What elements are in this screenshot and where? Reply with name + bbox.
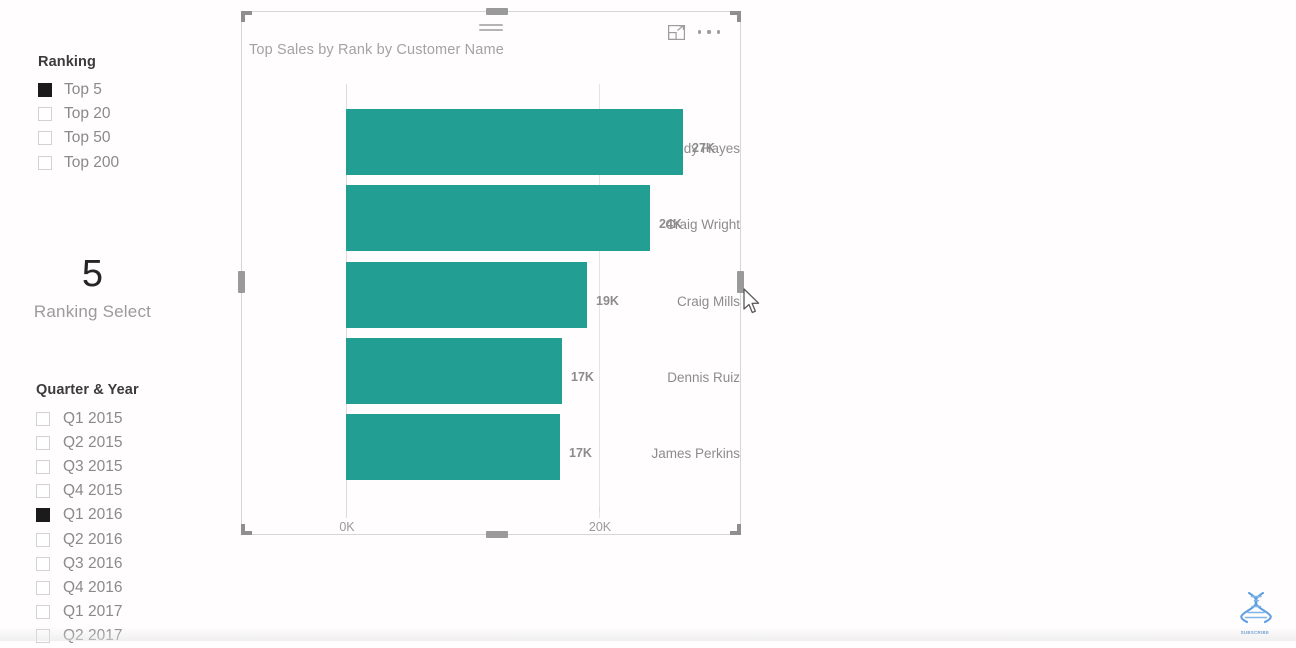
checkbox-checked-icon[interactable] [38, 83, 52, 98]
chart-title: Top Sales by Rank by Customer Name [249, 42, 504, 58]
slicer-item-label: Q4 2015 [63, 482, 123, 500]
slicer-item-label: Top 5 [64, 81, 102, 99]
resize-handle-top-left[interactable] [241, 11, 252, 22]
resize-handle-left[interactable] [238, 271, 245, 293]
subscribe-watermark[interactable]: SUBSCRIBE [1232, 590, 1278, 636]
bar-value-label: 17K [569, 446, 592, 460]
slicer-item-label: Q3 2016 [63, 554, 123, 572]
checkbox-icon[interactable] [36, 604, 50, 619]
quarter-year-slicer: Quarter & Year Q1 2015 Q2 2015 Q3 2015 Q… [36, 382, 139, 648]
bar-value-label: 19K [596, 294, 619, 308]
slicer-item-q4-2015[interactable]: Q4 2015 [36, 479, 139, 503]
slicer-item-q1-2016[interactable]: Q1 2016 [36, 503, 139, 527]
checkbox-checked-icon[interactable] [36, 508, 50, 523]
slicer-item-label: Q1 2017 [63, 602, 123, 620]
slicer-item-label: Top 20 [64, 105, 111, 123]
slicer-item-top-50[interactable]: Top 50 [38, 126, 119, 150]
slicer-item-q1-2015[interactable]: Q1 2015 [36, 407, 139, 431]
resize-handle-right[interactable] [737, 271, 744, 293]
slicer-item-label: Q3 2015 [63, 458, 123, 476]
slicer-item-q4-2016[interactable]: Q4 2016 [36, 576, 139, 600]
quarter-year-slicer-title: Quarter & Year [36, 382, 139, 398]
resize-handle-bottom[interactable] [486, 531, 508, 538]
slicer-item-top-200[interactable]: Top 200 [38, 151, 119, 175]
checkbox-icon[interactable] [38, 155, 52, 170]
resize-handle-bottom-left[interactable] [241, 524, 252, 535]
focus-mode-icon[interactable] [668, 25, 686, 41]
checkbox-icon[interactable] [36, 436, 50, 451]
axis-tick-label-20k: 20K [588, 520, 612, 534]
bar-value-label: 27K [692, 141, 715, 155]
slicer-item-q2-2016[interactable]: Q2 2016 [36, 527, 139, 551]
resize-handle-top-right[interactable] [730, 11, 741, 22]
category-label: James Perkins [651, 446, 740, 461]
checkbox-icon[interactable] [36, 556, 50, 571]
resize-handle-bottom-right[interactable] [730, 524, 741, 535]
bar-value-label: 17K [571, 370, 594, 384]
quarter-year-slicer-items: Q1 2015 Q2 2015 Q3 2015 Q4 2015 Q1 2016 … [36, 407, 139, 648]
axis-tick [599, 507, 600, 512]
dna-helix-icon [1240, 591, 1272, 624]
slicer-item-label: Q1 2015 [63, 410, 123, 428]
slicer-item-q2-2015[interactable]: Q2 2015 [36, 431, 139, 455]
ranking-slicer: Ranking Top 5 Top 20 Top 50 Top 200 [38, 54, 119, 175]
category-label: Dennis Ruiz [667, 370, 740, 385]
card-label: Ranking Select [33, 302, 152, 321]
chart-plot-area: Randy Hayes 27K Craig Wright 24K Craig M… [242, 70, 740, 536]
checkbox-icon[interactable] [36, 412, 50, 427]
bar-dennis-ruiz[interactable] [346, 338, 562, 404]
checkbox-icon[interactable] [38, 107, 52, 122]
checkbox-icon[interactable] [36, 484, 50, 499]
bar-craig-mills[interactable] [346, 262, 587, 328]
card-value: 5 [81, 253, 104, 295]
drag-handle-icon[interactable] [479, 24, 503, 32]
slicer-item-top-20[interactable]: Top 20 [38, 102, 119, 126]
ranking-slicer-items: Top 5 Top 20 Top 50 Top 200 [38, 78, 119, 175]
category-label: Craig Mills [676, 294, 740, 309]
checkbox-icon[interactable] [36, 532, 50, 547]
bar-craig-wright[interactable] [346, 185, 650, 251]
ranking-slicer-title: Ranking [38, 54, 96, 70]
slicer-panel: Ranking Top 5 Top 20 Top 50 Top 200 5 Ra… [0, 0, 238, 644]
arrow-cursor-icon [742, 288, 762, 321]
slicer-item-label: Q2 2015 [63, 434, 123, 452]
bar-value-label: 24K [659, 217, 682, 231]
slicer-item-top-5[interactable]: Top 5 [38, 78, 119, 102]
axis-tick-label-0k: 0K [339, 520, 355, 534]
slicer-item-label: Q2 2017 [63, 626, 123, 644]
checkbox-icon[interactable] [36, 580, 50, 595]
subscribe-label: SUBSCRIBE [1240, 630, 1270, 635]
checkbox-icon[interactable] [38, 131, 52, 146]
slicer-item-label: Top 50 [64, 129, 111, 147]
checkbox-icon[interactable] [36, 460, 50, 475]
slicer-item-label: Top 200 [64, 153, 120, 171]
axis-tick [346, 507, 347, 512]
slicer-item-q3-2016[interactable]: Q3 2016 [36, 552, 139, 576]
slicer-item-q2-2017[interactable]: Q2 2017 [36, 624, 139, 648]
ranking-select-card[interactable]: 5 Ranking Select [0, 252, 185, 322]
slicer-item-q1-2017[interactable]: Q1 2017 [36, 600, 139, 624]
bar-randy-hayes[interactable] [346, 109, 683, 175]
slicer-item-q3-2015[interactable]: Q3 2015 [36, 455, 139, 479]
more-options-icon[interactable] [698, 29, 720, 35]
bar-chart-visual[interactable]: Top Sales by Rank by Customer Name Randy… [238, 8, 744, 538]
slicer-item-label: Q4 2016 [63, 578, 123, 596]
bar-james-perkins[interactable] [346, 414, 560, 480]
resize-handle-top[interactable] [486, 8, 508, 15]
slicer-item-label: Q1 2016 [63, 506, 123, 524]
slicer-item-label: Q2 2016 [63, 530, 123, 548]
